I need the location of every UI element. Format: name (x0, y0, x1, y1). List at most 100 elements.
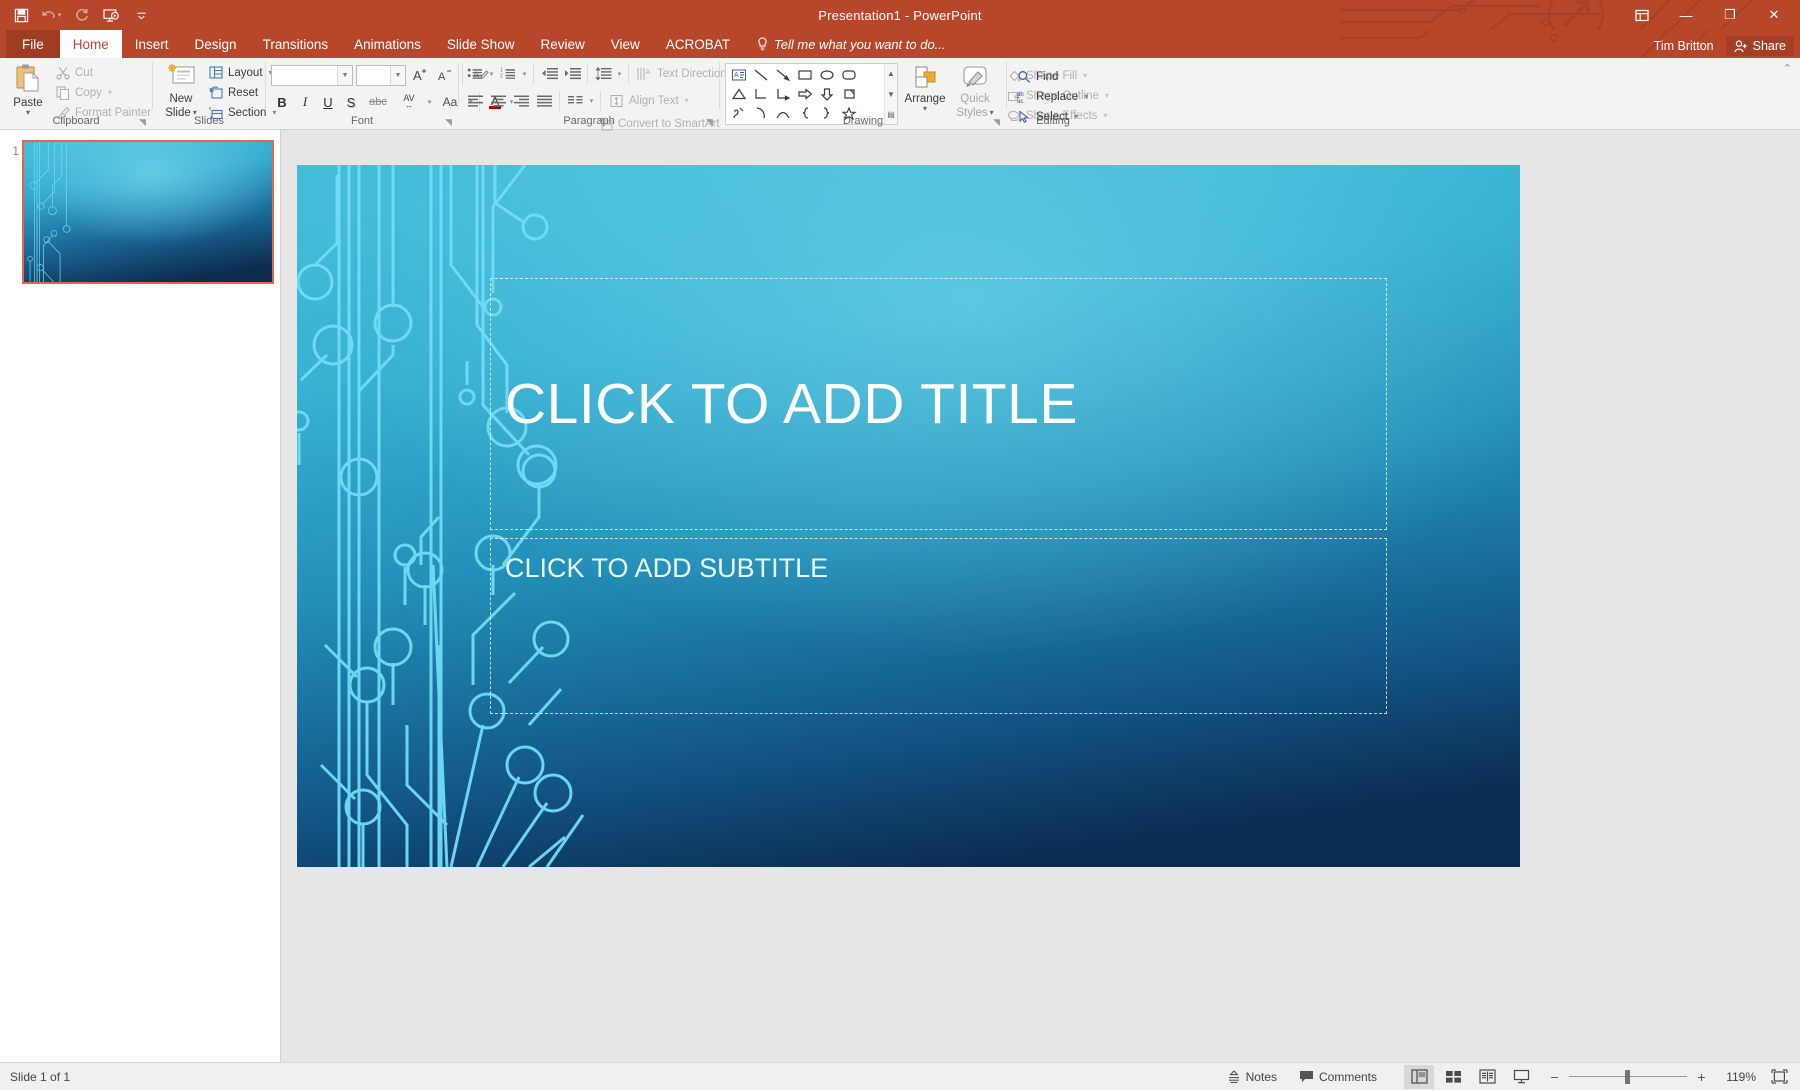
shape-right-arrow[interactable] (794, 84, 816, 103)
arrange-caret-icon[interactable]: ▾ (923, 105, 927, 113)
tab-acrobat[interactable]: ACROBAT (653, 30, 743, 58)
decrease-font-size-button[interactable]: A (434, 64, 456, 86)
numbering-caret-icon[interactable]: ▾ (520, 70, 529, 78)
paste-button[interactable]: Paste ▾ (5, 61, 51, 119)
underline-button[interactable]: U (317, 91, 339, 113)
slide-show-button[interactable] (1506, 1065, 1536, 1089)
shape-triangle[interactable] (728, 84, 750, 103)
zoom-slider-handle[interactable] (1625, 1069, 1630, 1084)
numbering-button[interactable]: 12 (497, 63, 519, 84)
reading-view-button[interactable] (1472, 1065, 1502, 1089)
new-slide-button[interactable]: New Slide ▾ (158, 61, 204, 121)
font-size-chevron-down-icon[interactable]: ▼ (390, 65, 405, 85)
drawing-dialog-launcher[interactable]: ◥ (991, 117, 1002, 128)
align-text-button[interactable]: Align Text ▾ (605, 91, 694, 110)
zoom-level-label[interactable]: 119% (1716, 1070, 1756, 1084)
ribbon-display-options-icon[interactable] (1620, 2, 1664, 28)
character-spacing-button[interactable]: AV ↔ (394, 91, 424, 113)
character-spacing-caret-icon[interactable]: ▾ (425, 98, 434, 106)
cut-button[interactable]: Cut (51, 63, 156, 82)
align-right-button[interactable] (510, 90, 532, 111)
slide-sorter-view-button[interactable] (1438, 1065, 1468, 1089)
minimize-button[interactable]: — (1664, 2, 1708, 28)
shape-down-arrow[interactable] (816, 84, 838, 103)
replace-caret-icon[interactable]: ▾ (1084, 92, 1088, 101)
arrange-button[interactable]: Arrange ▾ (902, 63, 948, 115)
bullets-caret-icon[interactable]: ▾ (487, 70, 496, 78)
line-spacing-button[interactable] (592, 63, 614, 84)
center-button[interactable] (487, 90, 509, 111)
zoom-in-button[interactable]: + (1693, 1067, 1710, 1087)
quick-styles-button[interactable]: Quick Styles ▾ (952, 63, 998, 121)
shape-effects-caret-icon[interactable]: ▾ (1103, 111, 1107, 120)
restore-button[interactable]: ❐ (1708, 2, 1752, 28)
tab-transitions[interactable]: Transitions (250, 30, 342, 58)
clipboard-dialog-launcher[interactable]: ◥ (137, 117, 148, 128)
title-placeholder[interactable]: CLICK TO ADD TITLE (490, 278, 1387, 530)
subtitle-placeholder[interactable]: CLICK TO ADD SUBTITLE (490, 538, 1387, 714)
tab-home[interactable]: Home (59, 30, 122, 58)
share-button[interactable]: Share (1725, 36, 1794, 56)
shape-text-box[interactable]: A (728, 65, 750, 84)
comments-button[interactable]: Comments (1288, 1063, 1388, 1090)
shape-elbow-connector[interactable] (750, 84, 772, 103)
line-spacing-caret-icon[interactable]: ▾ (615, 70, 624, 78)
redo-icon[interactable] (68, 2, 94, 28)
strikethrough-button[interactable]: abc (363, 91, 393, 113)
shape-line[interactable] (750, 65, 772, 84)
replace-button[interactable]: ab ac Replace ▾ (1012, 87, 1093, 106)
collapse-ribbon-button[interactable]: ⌃ (1783, 62, 1792, 75)
user-name[interactable]: Tim Britton (1654, 39, 1714, 53)
tab-view[interactable]: View (598, 30, 653, 58)
shape-elbow-arrow-connector[interactable] (772, 84, 794, 103)
bullets-button[interactable] (464, 63, 486, 84)
increase-font-size-button[interactable]: A (409, 64, 431, 86)
italic-button[interactable]: I (294, 91, 316, 113)
columns-caret-icon[interactable]: ▾ (587, 97, 596, 105)
slide-thumbnail-1[interactable] (22, 140, 274, 284)
notes-button[interactable]: Notes (1216, 1063, 1288, 1090)
tab-insert[interactable]: Insert (122, 30, 182, 58)
align-left-button[interactable] (464, 90, 486, 111)
columns-button[interactable] (564, 90, 586, 111)
tab-review[interactable]: Review (527, 30, 597, 58)
tab-design[interactable]: Design (182, 30, 250, 58)
align-text-caret-icon[interactable]: ▾ (685, 96, 689, 105)
save-icon[interactable] (8, 2, 34, 28)
increase-indent-button[interactable] (561, 63, 583, 84)
decrease-indent-button[interactable] (538, 63, 560, 84)
tell-me-search[interactable]: Tell me what you want to do... (743, 30, 956, 58)
paragraph-dialog-launcher[interactable]: ◥ (704, 117, 715, 128)
find-button[interactable]: Find (1012, 67, 1093, 86)
slide-canvas[interactable]: CLICK TO ADD TITLE CLICK TO ADD SUBTITLE (297, 165, 1520, 867)
fit-to-window-button[interactable] (1764, 1065, 1794, 1089)
font-name-combo[interactable]: ▼ (271, 64, 353, 86)
normal-view-button[interactable] (1404, 1064, 1434, 1089)
tab-file[interactable]: File (6, 30, 60, 58)
shape-outline-caret-icon[interactable]: ▾ (1105, 91, 1109, 100)
justify-button[interactable] (533, 90, 555, 111)
undo-icon[interactable]: ▾ (38, 2, 64, 28)
shape-oval[interactable] (816, 65, 838, 84)
zoom-slider[interactable] (1569, 1067, 1687, 1087)
shape-rounded-rectangle[interactable] (838, 65, 860, 84)
tab-animations[interactable]: Animations (341, 30, 434, 58)
font-size-combo[interactable]: ▼ (356, 64, 406, 86)
shape-folded-corner[interactable] (838, 84, 860, 103)
tab-slide-show[interactable]: Slide Show (434, 30, 528, 58)
start-slideshow-icon[interactable] (98, 2, 124, 28)
bold-button[interactable]: B (271, 91, 293, 113)
shape-line-arrow[interactable] (772, 65, 794, 84)
text-shadow-button[interactable]: S (340, 91, 362, 113)
ribbon: Paste ▾ Cut Copy ▾ Format Painter Clipbo… (0, 58, 1800, 130)
copy-caret-icon[interactable]: ▾ (108, 88, 112, 97)
copy-button[interactable]: Copy ▾ (51, 83, 156, 102)
shape-rectangle[interactable] (794, 65, 816, 84)
font-name-chevron-down-icon[interactable]: ▼ (337, 65, 352, 85)
close-button[interactable]: ✕ (1752, 2, 1796, 28)
zoom-out-button[interactable]: − (1546, 1067, 1563, 1087)
font-dialog-launcher[interactable]: ◥ (443, 117, 454, 128)
customize-qat-icon[interactable] (128, 2, 154, 28)
gallery-scroll-up-icon[interactable]: ▲ (885, 64, 897, 83)
gallery-scroll-down-icon[interactable]: ▼ (885, 85, 897, 104)
